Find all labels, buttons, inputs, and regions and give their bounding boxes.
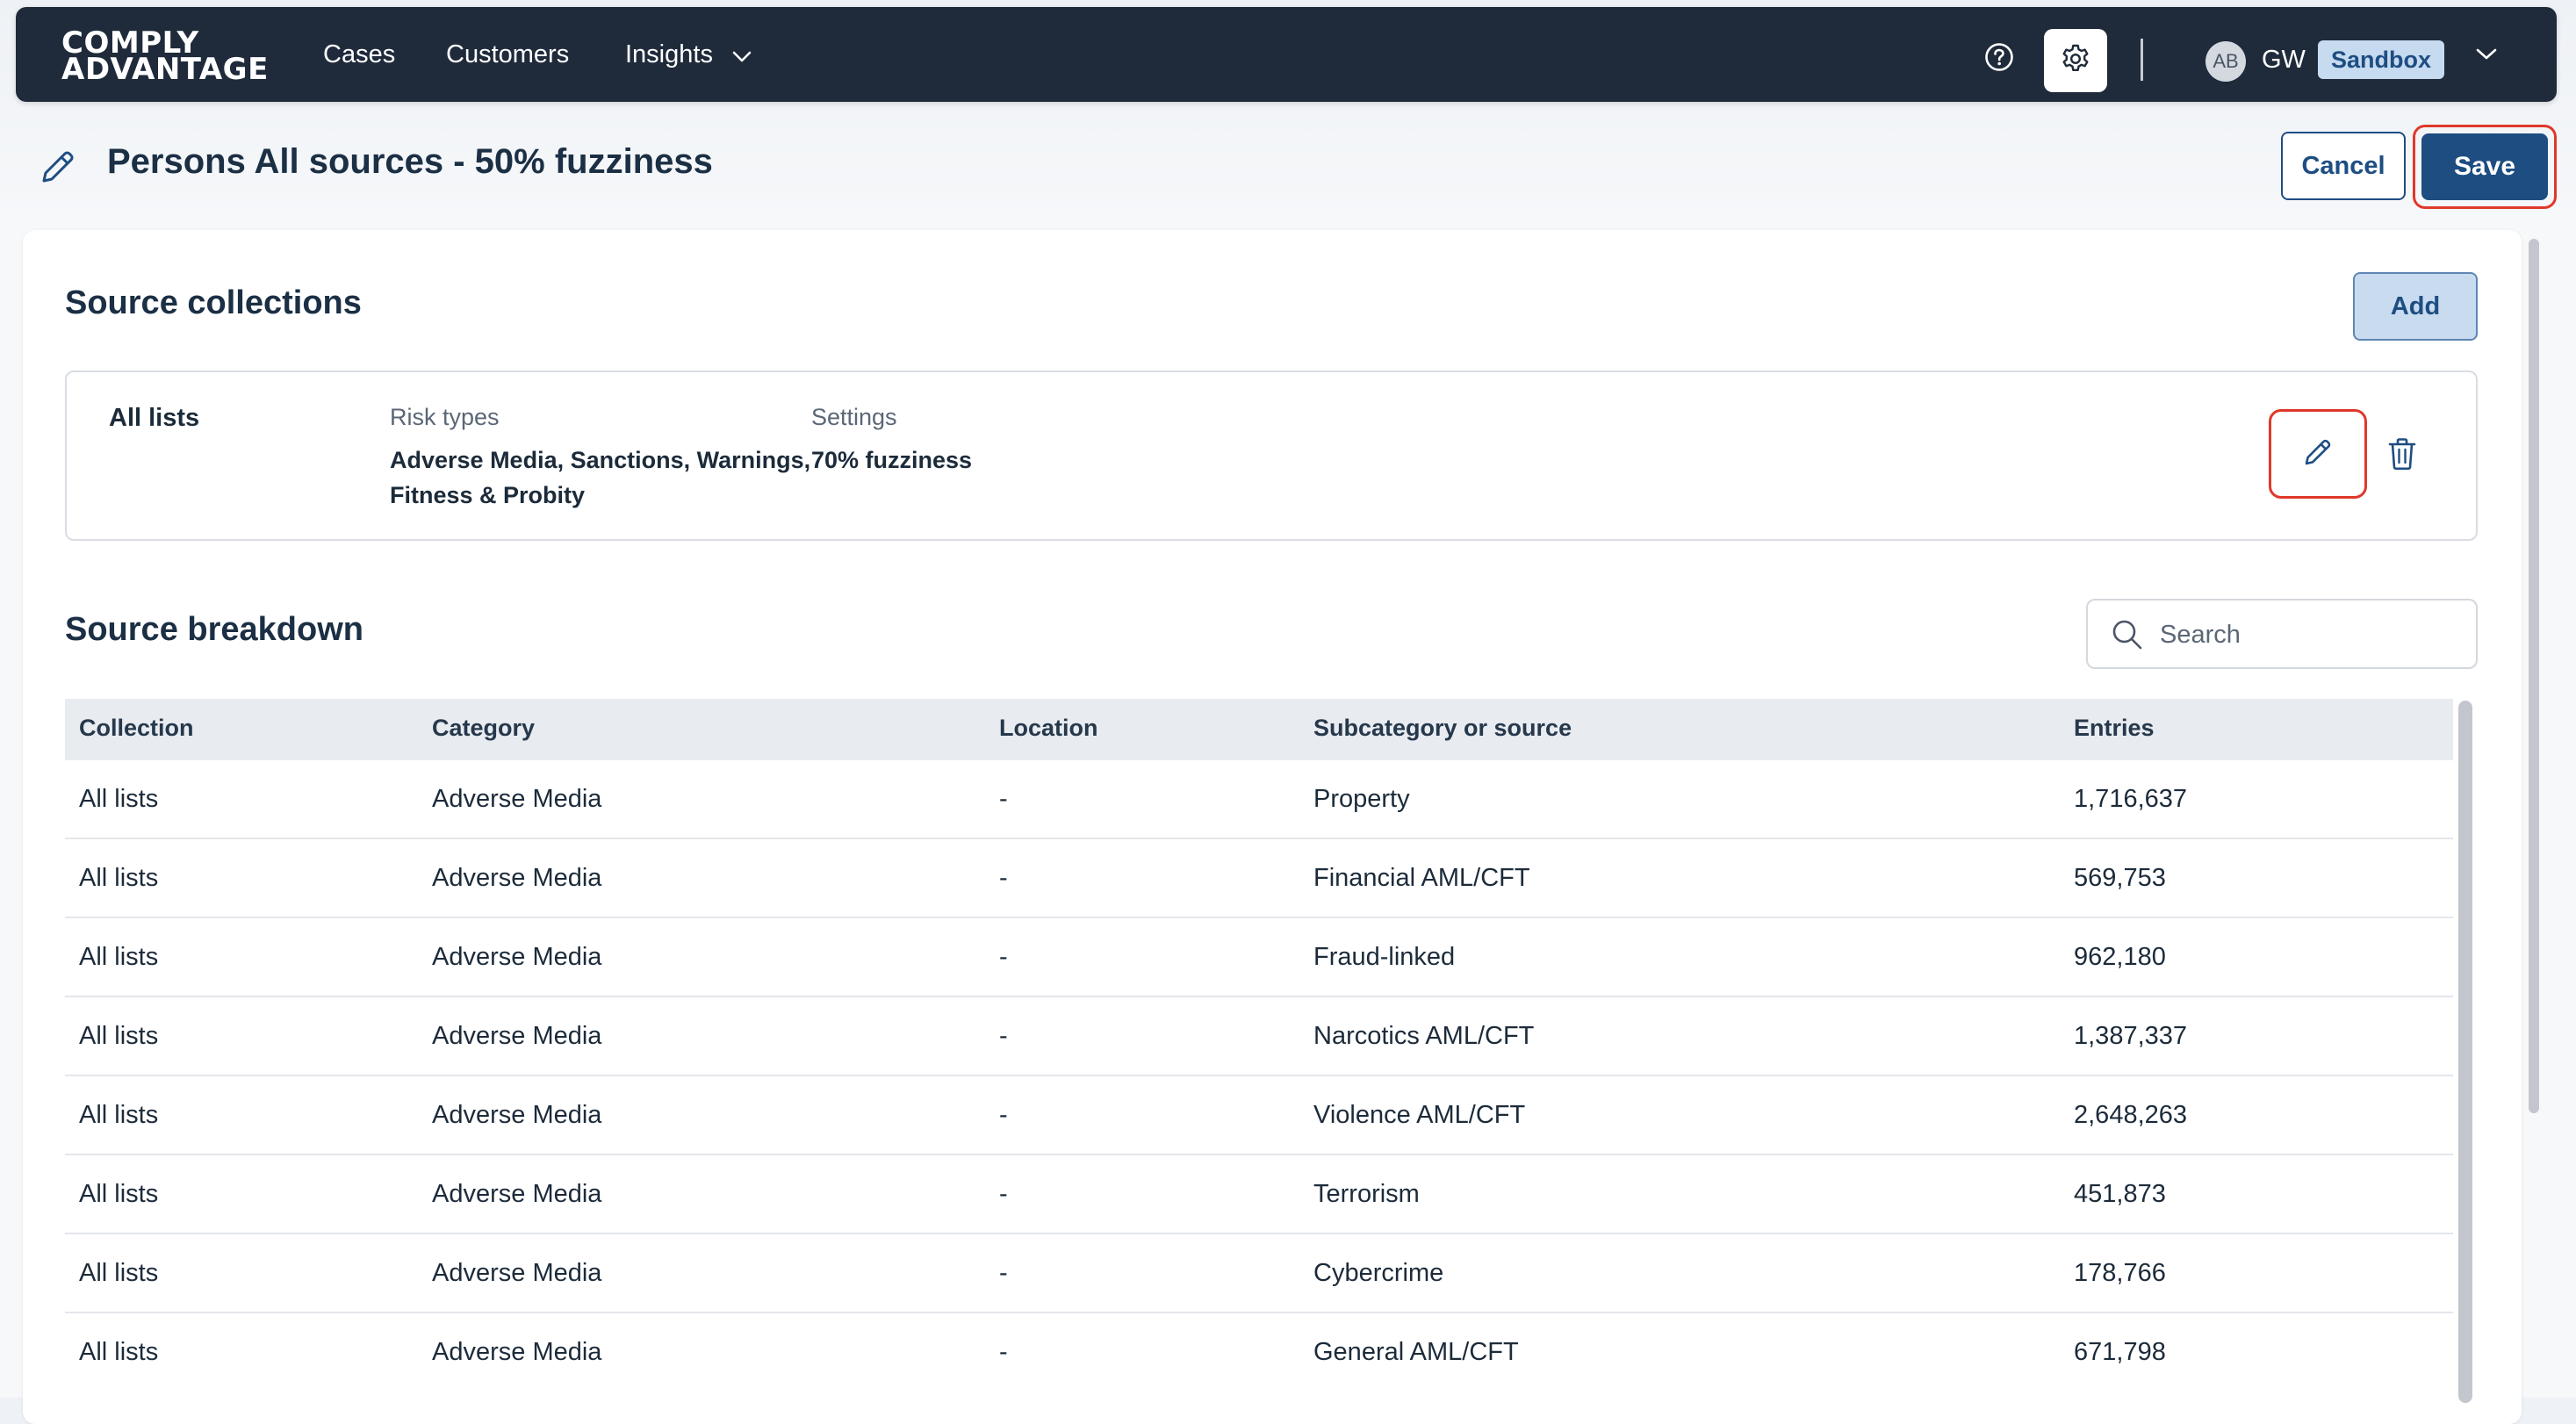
table-row[interactable]: All lists Adverse Media - Violence AML/C… [65,1076,2453,1155]
cancel-button[interactable]: Cancel [2281,132,2406,200]
cell-location: - [999,943,1008,971]
environment-badge: Sandbox [2318,40,2444,79]
cell-location: - [999,1259,1008,1287]
cell-location: - [999,1101,1008,1129]
cell-entries: 962,180 [2074,943,2166,971]
cell-location: - [999,1338,1008,1366]
cell-category: Adverse Media [432,864,602,892]
cell-category: Adverse Media [432,1022,602,1050]
cell-collection: All lists [79,1101,159,1129]
column-header-entries[interactable]: Entries [2074,715,2155,742]
cell-entries: 451,873 [2074,1180,2166,1208]
avatar[interactable]: AB [2205,41,2246,82]
pencil-icon [2302,436,2334,472]
cell-collection: All lists [79,1259,159,1287]
cell-category: Adverse Media [432,785,602,813]
chevron-down-icon[interactable] [2476,47,2497,66]
cell-subcategory: General AML/CFT [1313,1338,1519,1366]
nav-link-customers[interactable]: Customers [446,40,569,69]
cell-subcategory: Narcotics AML/CFT [1313,1022,1535,1050]
table-scrollbar[interactable] [2458,701,2472,1403]
table-row[interactable]: All lists Adverse Media - Fraud-linked 9… [65,918,2453,997]
cell-entries: 2,648,263 [2074,1101,2188,1129]
edit-collection-button[interactable] [2269,409,2367,499]
cell-category: Adverse Media [432,1259,602,1287]
cell-location: - [999,864,1008,892]
nav-link-label: Insights [625,40,713,68]
table-row[interactable]: All lists Adverse Media - Cybercrime 178… [65,1234,2453,1313]
pencil-icon [39,147,77,191]
page-scrollbar[interactable] [2529,239,2539,1113]
cell-subcategory: Financial AML/CFT [1313,864,1530,892]
cell-category: Adverse Media [432,943,602,971]
table-row[interactable]: All lists Adverse Media - Terrorism 451,… [65,1155,2453,1234]
source-breakdown-title: Source breakdown [65,611,363,648]
add-button[interactable]: Add [2353,272,2478,341]
cell-entries: 671,798 [2074,1338,2166,1366]
cell-category: Adverse Media [432,1180,602,1208]
cell-collection: All lists [79,1180,159,1208]
save-button[interactable]: Save [2421,133,2548,200]
search-field[interactable] [2086,599,2478,669]
cell-entries: 569,753 [2074,864,2166,892]
avatar-initials: AB [2213,50,2239,72]
cell-collection: All lists [79,943,159,971]
cell-subcategory: Property [1313,785,1410,813]
cell-subcategory: Terrorism [1313,1180,1420,1208]
table-row[interactable]: All lists Adverse Media - Narcotics AML/… [65,997,2453,1076]
table-row[interactable]: All lists Adverse Media - Financial AML/… [65,839,2453,918]
nav-link-label: Cases [323,40,396,68]
risk-types-line: Fitness & Probity [390,482,586,508]
cell-location: - [999,785,1008,813]
nav-link-insights[interactable]: Insights [625,40,752,70]
column-header-category[interactable]: Category [432,715,535,742]
help-icon[interactable] [1984,42,2014,72]
cell-entries: 178,766 [2074,1259,2166,1287]
risk-types-value: Adverse Media, Sanctions, Warnings, Fitn… [390,442,810,513]
logo-line-2: ADVANTAGE [61,52,269,87]
top-navbar: COMPLY ADVANTAGE Cases Customers Insight… [16,7,2557,102]
nav-divider [2141,39,2143,81]
cell-collection: All lists [79,1338,159,1366]
cell-collection: All lists [79,864,159,892]
nav-link-label: Customers [446,40,570,68]
cell-category: Adverse Media [432,1338,602,1366]
nav-link-cases[interactable]: Cases [323,40,395,69]
cell-collection: All lists [79,1022,159,1050]
cell-entries: 1,387,337 [2074,1022,2188,1050]
risk-types-label: Risk types [390,404,500,430]
settings-value: 70% fuzziness [811,447,973,473]
cell-location: - [999,1180,1008,1208]
column-header-collection[interactable]: Collection [79,715,194,742]
trash-icon[interactable] [2388,437,2416,475]
user-initials[interactable]: GW [2262,46,2306,75]
cell-collection: All lists [79,785,159,813]
column-header-subcategory[interactable]: Subcategory or source [1313,715,1572,742]
cell-location: - [999,1022,1008,1050]
company-logo[interactable]: COMPLY ADVANTAGE [61,28,269,87]
search-input[interactable] [2158,613,2460,657]
column-header-location[interactable]: Location [999,715,1098,742]
table-row[interactable]: All lists Adverse Media - General AML/CF… [65,1313,2453,1391]
cell-entries: 1,716,637 [2074,785,2188,813]
collection-name: All lists [109,404,200,432]
table-row[interactable]: All lists Adverse Media - Property 1,716… [65,760,2453,839]
source-collections-title: Source collections [65,284,362,321]
cell-subcategory: Fraud-linked [1313,943,1456,971]
cell-subcategory: Violence AML/CFT [1313,1101,1526,1129]
table-header: Collection Category Location Subcategory… [65,699,2453,760]
cell-subcategory: Cybercrime [1313,1259,1444,1287]
cell-category: Adverse Media [432,1101,602,1129]
chevron-down-icon [732,41,752,70]
risk-types-line: Adverse Media, Sanctions, Warnings, [390,447,811,473]
settings-label: Settings [811,404,897,430]
page-title: Persons All sources - 50% fuzziness [107,142,713,181]
search-icon [2111,618,2144,656]
settings-button[interactable] [2044,29,2107,92]
gear-icon [2060,43,2091,79]
